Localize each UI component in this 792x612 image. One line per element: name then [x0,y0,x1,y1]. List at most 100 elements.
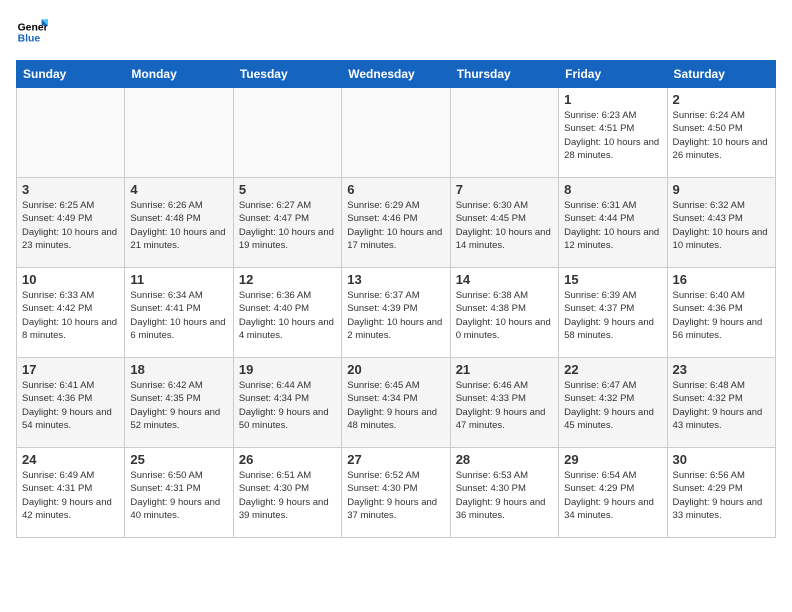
day-number: 16 [673,272,770,287]
weekday-header-tuesday: Tuesday [233,61,341,88]
calendar-cell: 12 Sunrise: 6:36 AM Sunset: 4:40 PM Dayli… [233,268,341,358]
day-info: Sunrise: 6:32 AM Sunset: 4:43 PM Dayligh… [673,199,770,252]
day-number: 2 [673,92,770,107]
calendar-cell: 6 Sunrise: 6:29 AM Sunset: 4:46 PM Daylig… [342,178,450,268]
calendar-cell: 22Sunrise: 6:47 AM Sunset: 4:32 PM Dayli… [559,358,667,448]
day-number: 24 [22,452,119,467]
day-info: Sunrise: 6:25 AM Sunset: 4:49 PM Dayligh… [22,199,119,252]
calendar-cell: 17 Sunrise: 6:41 AM Sunset: 4:36 PM Dayli… [17,358,125,448]
weekday-header-row: SundayMondayTuesdayWednesdayThursdayFrid… [17,61,776,88]
calendar-cell: 18Sunrise: 6:42 AM Sunset: 4:35 PM Dayli… [125,358,233,448]
day-number: 1 [564,92,661,107]
day-number: 12 [239,272,336,287]
weekday-header-thursday: Thursday [450,61,558,88]
day-info: Sunrise: 6:48 AM Sunset: 4:32 PM Dayligh… [673,379,770,432]
calendar-cell: 5 Sunrise: 6:27 AM Sunset: 4:47 PM Daylig… [233,178,341,268]
calendar-cell [125,88,233,178]
day-info: Sunrise: 6:45 AM Sunset: 4:34 PM Dayligh… [347,379,444,432]
day-number: 27 [347,452,444,467]
day-number: 21 [456,362,553,377]
day-info: Sunrise: 6:44 AM Sunset: 4:34 PM Dayligh… [239,379,336,432]
day-info: Sunrise: 6:38 AM Sunset: 4:38 PM Dayligh… [456,289,553,342]
day-number: 22 [564,362,661,377]
logo-icon: General Blue [16,16,48,48]
day-info: Sunrise: 6:23 AM Sunset: 4:51 PM Dayligh… [564,109,661,162]
calendar-cell: 25 Sunrise: 6:50 AM Sunset: 4:31 PM Dayli… [125,448,233,538]
calendar-cell [233,88,341,178]
calendar-cell: 24 Sunrise: 6:49 AM Sunset: 4:31 PM Dayli… [17,448,125,538]
day-number: 11 [130,272,227,287]
day-info: Sunrise: 6:29 AM Sunset: 4:46 PM Dayligh… [347,199,444,252]
calendar-cell: 7 Sunrise: 6:30 AM Sunset: 4:45 PM Daylig… [450,178,558,268]
week-row-2: 3Sunrise: 6:25 AM Sunset: 4:49 PM Daylig… [17,178,776,268]
day-info: Sunrise: 6:54 AM Sunset: 4:29 PM Dayligh… [564,469,661,522]
day-number: 23 [673,362,770,377]
calendar-cell: 10 Sunrise: 6:33 AM Sunset: 4:42 PM Dayli… [17,268,125,358]
day-number: 25 [130,452,227,467]
day-info: Sunrise: 6:40 AM Sunset: 4:36 PM Dayligh… [673,289,770,342]
day-info: Sunrise: 6:26 AM Sunset: 4:48 PM Dayligh… [130,199,227,252]
weekday-header-saturday: Saturday [667,61,775,88]
weekday-header-monday: Monday [125,61,233,88]
calendar-cell [450,88,558,178]
day-info: Sunrise: 6:46 AM Sunset: 4:33 PM Dayligh… [456,379,553,432]
calendar-cell [17,88,125,178]
calendar-cell: 19Sunrise: 6:44 AM Sunset: 4:34 PM Dayli… [233,358,341,448]
day-number: 8 [564,182,661,197]
day-info: Sunrise: 6:52 AM Sunset: 4:30 PM Dayligh… [347,469,444,522]
day-info: Sunrise: 6:24 AM Sunset: 4:50 PM Dayligh… [673,109,770,162]
day-info: Sunrise: 6:31 AM Sunset: 4:44 PM Dayligh… [564,199,661,252]
calendar-cell: 29Sunrise: 6:54 AM Sunset: 4:29 PM Dayli… [559,448,667,538]
day-info: Sunrise: 6:50 AM Sunset: 4:31 PM Dayligh… [130,469,227,522]
day-info: Sunrise: 6:30 AM Sunset: 4:45 PM Dayligh… [456,199,553,252]
calendar-cell: 3Sunrise: 6:25 AM Sunset: 4:49 PM Daylig… [17,178,125,268]
calendar-cell: 21 Sunrise: 6:46 AM Sunset: 4:33 PM Dayli… [450,358,558,448]
day-info: Sunrise: 6:27 AM Sunset: 4:47 PM Dayligh… [239,199,336,252]
calendar-cell: 1 Sunrise: 6:23 AM Sunset: 4:51 PM Daylig… [559,88,667,178]
day-info: Sunrise: 6:49 AM Sunset: 4:31 PM Dayligh… [22,469,119,522]
day-number: 26 [239,452,336,467]
calendar-cell: 16 Sunrise: 6:40 AM Sunset: 4:36 PM Dayli… [667,268,775,358]
day-info: Sunrise: 6:33 AM Sunset: 4:42 PM Dayligh… [22,289,119,342]
day-number: 17 [22,362,119,377]
day-number: 15 [564,272,661,287]
calendar-cell: 9Sunrise: 6:32 AM Sunset: 4:43 PM Daylig… [667,178,775,268]
weekday-header-wednesday: Wednesday [342,61,450,88]
calendar-cell: 2 Sunrise: 6:24 AM Sunset: 4:50 PM Daylig… [667,88,775,178]
day-number: 10 [22,272,119,287]
calendar-cell: 23 Sunrise: 6:48 AM Sunset: 4:32 PM Dayli… [667,358,775,448]
day-number: 7 [456,182,553,197]
week-row-4: 17 Sunrise: 6:41 AM Sunset: 4:36 PM Dayli… [17,358,776,448]
calendar-cell: 13 Sunrise: 6:37 AM Sunset: 4:39 PM Dayli… [342,268,450,358]
day-info: Sunrise: 6:53 AM Sunset: 4:30 PM Dayligh… [456,469,553,522]
calendar-cell: 15 Sunrise: 6:39 AM Sunset: 4:37 PM Dayli… [559,268,667,358]
day-number: 28 [456,452,553,467]
weekday-header-friday: Friday [559,61,667,88]
day-number: 30 [673,452,770,467]
day-info: Sunrise: 6:41 AM Sunset: 4:36 PM Dayligh… [22,379,119,432]
calendar-cell: 11Sunrise: 6:34 AM Sunset: 4:41 PM Dayli… [125,268,233,358]
week-row-5: 24 Sunrise: 6:49 AM Sunset: 4:31 PM Dayli… [17,448,776,538]
day-number: 14 [456,272,553,287]
calendar-cell: 20 Sunrise: 6:45 AM Sunset: 4:34 PM Dayli… [342,358,450,448]
calendar-cell: 26 Sunrise: 6:51 AM Sunset: 4:30 PM Dayli… [233,448,341,538]
day-number: 13 [347,272,444,287]
calendar-cell: 4 Sunrise: 6:26 AM Sunset: 4:48 PM Daylig… [125,178,233,268]
day-number: 18 [130,362,227,377]
day-number: 5 [239,182,336,197]
week-row-1: 1 Sunrise: 6:23 AM Sunset: 4:51 PM Daylig… [17,88,776,178]
day-info: Sunrise: 6:36 AM Sunset: 4:40 PM Dayligh… [239,289,336,342]
svg-text:Blue: Blue [18,34,41,45]
day-number: 20 [347,362,444,377]
day-number: 4 [130,182,227,197]
page-header: General Blue [16,16,776,48]
day-number: 6 [347,182,444,197]
calendar-cell: 30Sunrise: 6:56 AM Sunset: 4:29 PM Dayli… [667,448,775,538]
calendar-table: SundayMondayTuesdayWednesdayThursdayFrid… [16,60,776,538]
week-row-3: 10 Sunrise: 6:33 AM Sunset: 4:42 PM Dayli… [17,268,776,358]
day-info: Sunrise: 6:37 AM Sunset: 4:39 PM Dayligh… [347,289,444,342]
weekday-header-sunday: Sunday [17,61,125,88]
day-info: Sunrise: 6:51 AM Sunset: 4:30 PM Dayligh… [239,469,336,522]
day-info: Sunrise: 6:39 AM Sunset: 4:37 PM Dayligh… [564,289,661,342]
calendar-cell [342,88,450,178]
